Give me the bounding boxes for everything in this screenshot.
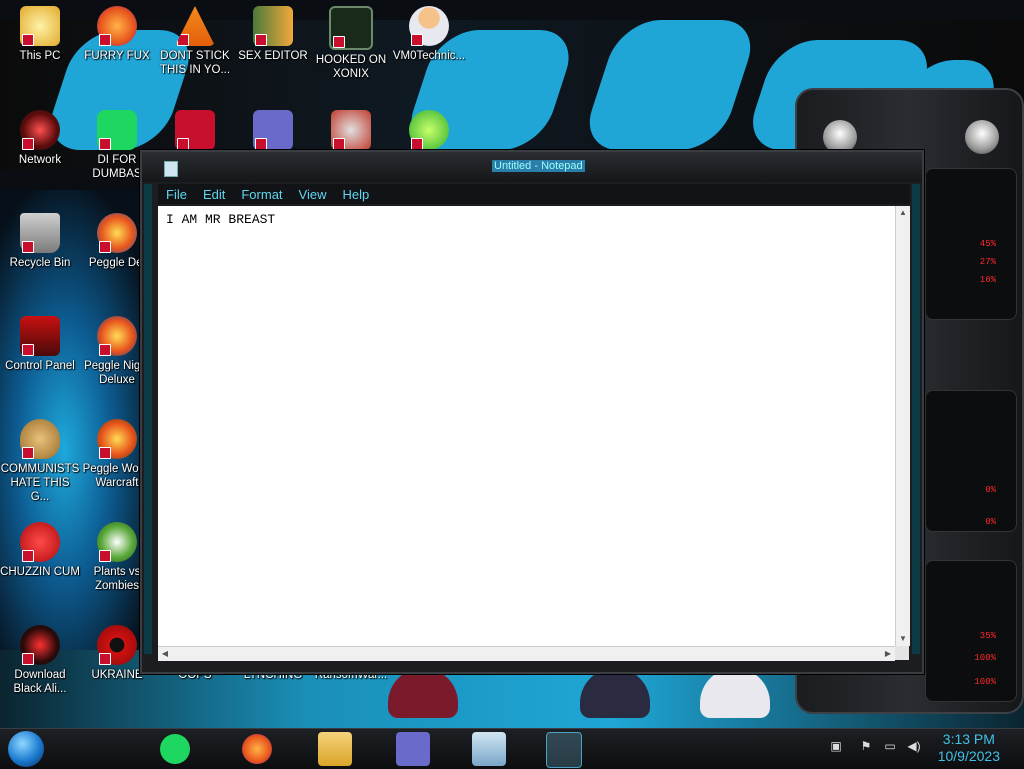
window-frame-right (912, 184, 920, 654)
desktop-icon-label: HOOKED ON XONIX (315, 54, 387, 80)
gadget-readout: 0% (985, 485, 996, 495)
desktop-icon-dont-stick[interactable]: DONT STICK THIS IN YO... (155, 6, 235, 77)
gadget-panel: 45% 27% 16% (925, 168, 1017, 320)
gadget-readout: 100% (974, 653, 996, 663)
desktop-icon-communists[interactable]: COMMUNISTS HATE THIS G... (0, 419, 80, 504)
scroll-right-arrow-icon[interactable]: ▶ (881, 647, 895, 661)
notepad-icon (164, 161, 178, 177)
desktop-icon-download-black-ali[interactable]: Download Black Ali... (0, 625, 80, 696)
gadget-readout: 45% (979, 239, 996, 249)
window-frame-left (144, 184, 152, 654)
santa-game-icon (331, 110, 371, 150)
tray-volume-icon[interactable]: ◀) (906, 739, 922, 755)
card-app-icon (253, 110, 293, 150)
desktop-icon-furry-fux[interactable]: FURRY FUX (77, 6, 157, 63)
scroll-down-arrow-icon[interactable]: ▼ (896, 632, 910, 646)
taskbar-remote-desktop-button[interactable] (472, 732, 506, 766)
desktop-icon-devcpp[interactable] (155, 110, 235, 150)
text-editor-area[interactable]: I AM MR BREAST (158, 206, 895, 646)
menu-view[interactable]: View (291, 187, 335, 202)
desktop-icon-label: DONT STICK THIS IN YO... (159, 50, 231, 76)
desktop-icon-sex-editor[interactable]: SEX EDITOR (233, 6, 313, 63)
money-bag-icon (20, 419, 60, 459)
start-orb-button[interactable] (8, 731, 44, 767)
desktop-icon-label: Download Black Ali... (13, 669, 67, 695)
desktop-icon-limewire[interactable] (389, 110, 469, 150)
desktop-icon-label: Recycle Bin (9, 257, 71, 269)
desktop-icon-card[interactable] (233, 110, 313, 150)
desktop-icon-label: This PC (19, 50, 61, 62)
taskbar-notepad-button[interactable] (546, 732, 582, 768)
desktop-icon-label: COMMUNISTS HATE THIS G... (0, 463, 80, 503)
alien-head-icon (823, 120, 857, 154)
desktop-icon-control-panel[interactable]: Control Panel (0, 316, 80, 373)
desktop-icon-network[interactable]: Network (0, 110, 80, 167)
clock-time: 3:13 PM (942, 731, 995, 747)
control-panel-icon (20, 316, 60, 356)
alien-head-icon (965, 120, 999, 154)
gadget-panel: 35% 100% 100% (925, 560, 1017, 702)
desktop-icon-label: SEX EDITOR (238, 50, 308, 62)
radiation-icon (97, 625, 137, 665)
taskbar-clock[interactable]: 3:13 PM 10/9/2023 (938, 731, 1000, 765)
network-globe-icon (20, 110, 60, 150)
notepad-title-bar[interactable]: Untitled - Notepad (142, 152, 922, 182)
desktop-icon-label: FURRY FUX (84, 50, 150, 62)
desktop-icon-label: VM0Technic... (392, 50, 466, 62)
recycle-bin-icon (20, 213, 60, 253)
desktop-icon-vm0technic[interactable]: VM0Technic... (389, 6, 469, 63)
tray-network-icon[interactable]: ▭ (882, 739, 898, 755)
gadget-readout: 0% (985, 517, 996, 527)
peggle-nights-icon (97, 316, 137, 356)
this-pc-icon (20, 6, 60, 46)
hxd-editor-icon (253, 6, 293, 46)
firefox-icon (97, 6, 137, 46)
spotify-green-icon (97, 110, 137, 150)
taskbar-firefox-button[interactable] (242, 734, 272, 764)
editor-text: I AM MR BREAST (166, 212, 276, 227)
flower-icon (97, 522, 137, 562)
clock-date: 10/9/2023 (937, 748, 1000, 764)
menu-file[interactable]: File (158, 187, 195, 202)
taskbar: ▣ ⚑ ▭ ◀) 3:13 PM 10/9/2023 (0, 728, 1024, 769)
taskbar-spotify-button[interactable] (160, 734, 190, 764)
taskbar-card-app-button[interactable] (396, 732, 430, 766)
window-title: Untitled - Notepad (492, 160, 585, 172)
tray-gadget-icon[interactable]: ▣ (828, 739, 844, 755)
desktop-icon-label: Network (18, 154, 62, 166)
peggle-icon (97, 213, 137, 253)
horizontal-scrollbar[interactable]: ◀ ▶ (158, 646, 895, 661)
gadget-panel: 0% 0% (925, 390, 1017, 532)
desktop-icon-chuzzin[interactable]: CHUZZIN CUM (0, 522, 80, 579)
desktop-icon-recycle-bin[interactable]: Recycle Bin (0, 213, 80, 270)
scroll-left-arrow-icon[interactable]: ◀ (158, 647, 172, 661)
tray-flag-icon[interactable]: ⚑ (858, 739, 874, 755)
desktop-icon-label: Control Panel (5, 360, 75, 372)
taskbar-file-explorer-button[interactable] (318, 732, 352, 766)
desktop-icon-this-pc[interactable]: This PC (0, 6, 80, 63)
desktop-icon-label: CHUZZIN CUM (0, 566, 80, 578)
menu-edit[interactable]: Edit (195, 187, 233, 202)
devcpp-icon (175, 110, 215, 150)
resize-grip-icon[interactable] (895, 646, 909, 660)
peggle-warcraft-icon (97, 419, 137, 459)
vertical-scrollbar[interactable]: ▲ ▼ (895, 206, 910, 646)
scroll-up-arrow-icon[interactable]: ▲ (896, 206, 910, 220)
menu-format[interactable]: Format (233, 187, 290, 202)
xonix-game-icon (329, 6, 373, 50)
desktop-icon-santa-game[interactable] (311, 110, 391, 150)
chuzzle-icon (20, 522, 60, 562)
menu-help[interactable]: Help (334, 187, 377, 202)
menu-bar: File Edit Format View Help (158, 184, 910, 204)
alien-disk-icon (20, 625, 60, 665)
notepad-window[interactable]: Untitled - Notepad File Edit Format View… (140, 150, 924, 674)
technician-person-icon (409, 6, 449, 46)
lime-icon (409, 110, 449, 150)
gadget-readout: 35% (979, 631, 996, 641)
vlc-cone-icon (175, 6, 215, 46)
desktop-icon-hooked-on-xonix[interactable]: HOOKED ON XONIX (311, 6, 391, 81)
gadget-readout: 27% (979, 257, 996, 267)
gadget-readout: 16% (979, 275, 996, 285)
gadget-readout: 100% (974, 677, 996, 687)
